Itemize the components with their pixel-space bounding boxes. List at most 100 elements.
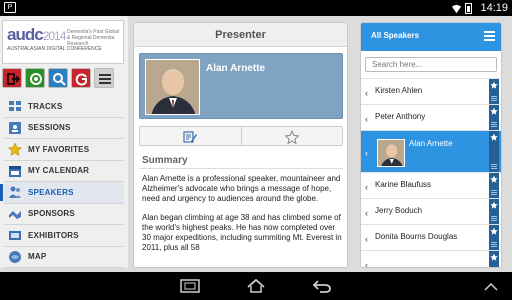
sidebar-item-label: TRACKS (28, 101, 63, 111)
speaker-list: ‹ Kirsten Ahlen ‹ Peter Anthony ‹ Alan A… (361, 78, 501, 268)
speakers-icon (9, 186, 21, 199)
chevron-left-icon: ‹ (365, 114, 368, 124)
sidebar-item-tracks[interactable]: TRACKS (4, 96, 124, 118)
summary-text[interactable]: Alan Arnette is a professional speaker, … (142, 174, 342, 267)
sidebar-item-label: EXHIBITORS (28, 230, 79, 240)
battery-icon (465, 2, 472, 14)
summary-paragraph: Alan began climbing at age 38 and has cl… (142, 213, 342, 252)
sidebar-item-sponsors[interactable]: SPONSORS (4, 204, 124, 225)
tracks-icon (9, 101, 21, 112)
calendar-icon (9, 165, 21, 177)
star-icon (8, 142, 22, 157)
person-photo-icon (146, 60, 199, 114)
speakers-title: All Speakers (371, 31, 420, 40)
sponsors-icon (9, 210, 21, 219)
back-icon[interactable] (312, 279, 332, 293)
favorite-ribbon-icon[interactable] (489, 251, 499, 267)
summary-paragraph: Alan Arnette is a professional speaker, … (142, 174, 341, 203)
clock: 14:19 (480, 2, 508, 14)
recent-apps-icon[interactable] (180, 279, 200, 293)
presenter-card: Alan Arnette (139, 53, 343, 119)
star-outline-icon (284, 130, 299, 144)
speaker-name: Kirsten Ahlen (375, 86, 423, 95)
sidebar-item-label: MY CALENDAR (28, 166, 90, 176)
refresh-button[interactable] (25, 68, 45, 88)
logo-subtitle: Dementia's Past Global & Regional Dement… (67, 29, 120, 47)
sidebar-item-sessions[interactable]: SESSIONS (4, 118, 124, 139)
sidebar-item-label: MY FAVORITES (28, 144, 90, 154)
list-menu-icon[interactable] (484, 31, 495, 41)
sidebar-item-label: MAP (28, 252, 47, 262)
google-plus-icon (75, 73, 87, 86)
favorite-ribbon-icon[interactable] (489, 105, 499, 130)
favorite-ribbon-icon[interactable] (489, 199, 499, 224)
exit-icon (7, 73, 20, 85)
logo-text: audc2014 (7, 25, 66, 44)
google-plus-button[interactable] (71, 68, 91, 88)
speaker-avatar (377, 139, 405, 167)
system-nav-bar (0, 272, 512, 300)
favorite-ribbon-icon[interactable] (489, 225, 499, 250)
sidebar-item-label: SPONSORS (28, 209, 75, 219)
presenter-photo (145, 59, 200, 115)
app-logo: audc2014 AUSTRALASIAN DIGITAL CONFERENCE… (2, 20, 124, 64)
speaker-name: Donita Bourns Douglas (375, 232, 458, 241)
speaker-row[interactable]: ‹ Karine Blaufuss (361, 172, 501, 198)
speaker-row[interactable]: ‹ (361, 250, 501, 268)
sidebar-item-exhibitors[interactable]: EXHIBITORS (4, 225, 124, 247)
exhibitors-icon (9, 231, 21, 241)
summary-title: Summary (142, 155, 188, 166)
search-button[interactable] (48, 68, 68, 88)
speaker-name: Peter Anthony (375, 112, 426, 121)
chevron-left-icon: ‹ (365, 88, 368, 98)
menu-button[interactable] (94, 68, 114, 88)
chevron-left-icon: ‹ (365, 234, 368, 244)
sidebar-item-map[interactable]: MAP (4, 247, 124, 268)
map-icon (9, 250, 21, 263)
favorite-ribbon-icon[interactable] (489, 131, 499, 172)
presenter-name: Alan Arnette (206, 63, 266, 74)
presenter-panel: Presenter Alan Arnette Summary Alan Arne… (133, 22, 348, 268)
sidebar-item-label: SPEAKERS (28, 187, 74, 197)
speaker-row[interactable]: ‹ Kirsten Ahlen (361, 78, 501, 104)
favorite-button[interactable] (240, 127, 343, 145)
home-icon[interactable] (246, 279, 266, 293)
speaker-search-input[interactable] (365, 57, 497, 72)
note-edit-icon (183, 131, 198, 143)
sessions-icon (9, 121, 21, 134)
presenter-header: Presenter (134, 23, 347, 47)
presenter-actions (139, 126, 343, 146)
sidebar-item-label: SESSIONS (28, 123, 71, 133)
sidebar-item-my-favorites[interactable]: MY FAVORITES (4, 139, 124, 161)
status-bar: P 14:19 (0, 0, 512, 16)
add-note-button[interactable] (140, 127, 241, 145)
sidebar-item-speakers[interactable]: SPEAKERS (0, 182, 124, 204)
speaker-row[interactable]: ‹ Donita Bourns Douglas (361, 224, 501, 250)
toolbar (2, 68, 114, 92)
chevron-left-icon: ‹ (365, 182, 368, 192)
speaker-name: Alan Arnette (409, 139, 453, 148)
chevron-up-icon[interactable] (484, 283, 498, 291)
speakers-panel: All Speakers ‹ Kirsten Ahlen ‹ Peter Ant… (360, 22, 502, 268)
speaker-row[interactable]: ‹ Peter Anthony (361, 104, 501, 130)
speaker-name: Karine Blaufuss (375, 180, 432, 189)
sidebar: audc2014 AUSTRALASIAN DIGITAL CONFERENCE… (0, 16, 128, 268)
favorite-ribbon-icon[interactable] (489, 173, 499, 198)
sidebar-item-my-calendar[interactable]: MY CALENDAR (4, 161, 124, 182)
refresh-icon (30, 73, 42, 85)
exit-button[interactable] (2, 68, 22, 88)
person-photo-icon (378, 140, 404, 166)
search-icon (53, 73, 66, 86)
favorite-ribbon-icon[interactable] (489, 79, 499, 104)
status-icons (451, 2, 472, 14)
speaker-name: Jerry Boduch (375, 206, 423, 215)
chevron-left-icon: ‹ (365, 148, 368, 158)
summary-divider (139, 168, 343, 169)
chevron-left-icon: ‹ (365, 260, 368, 268)
speaker-row[interactable]: ‹ Jerry Boduch (361, 198, 501, 224)
menu-icon (99, 74, 111, 84)
speaker-row-selected[interactable]: ‹ Alan Arnette (361, 130, 501, 172)
speakers-header: All Speakers (361, 23, 501, 51)
notification-icon: P (4, 2, 16, 13)
wifi-icon (451, 4, 462, 13)
